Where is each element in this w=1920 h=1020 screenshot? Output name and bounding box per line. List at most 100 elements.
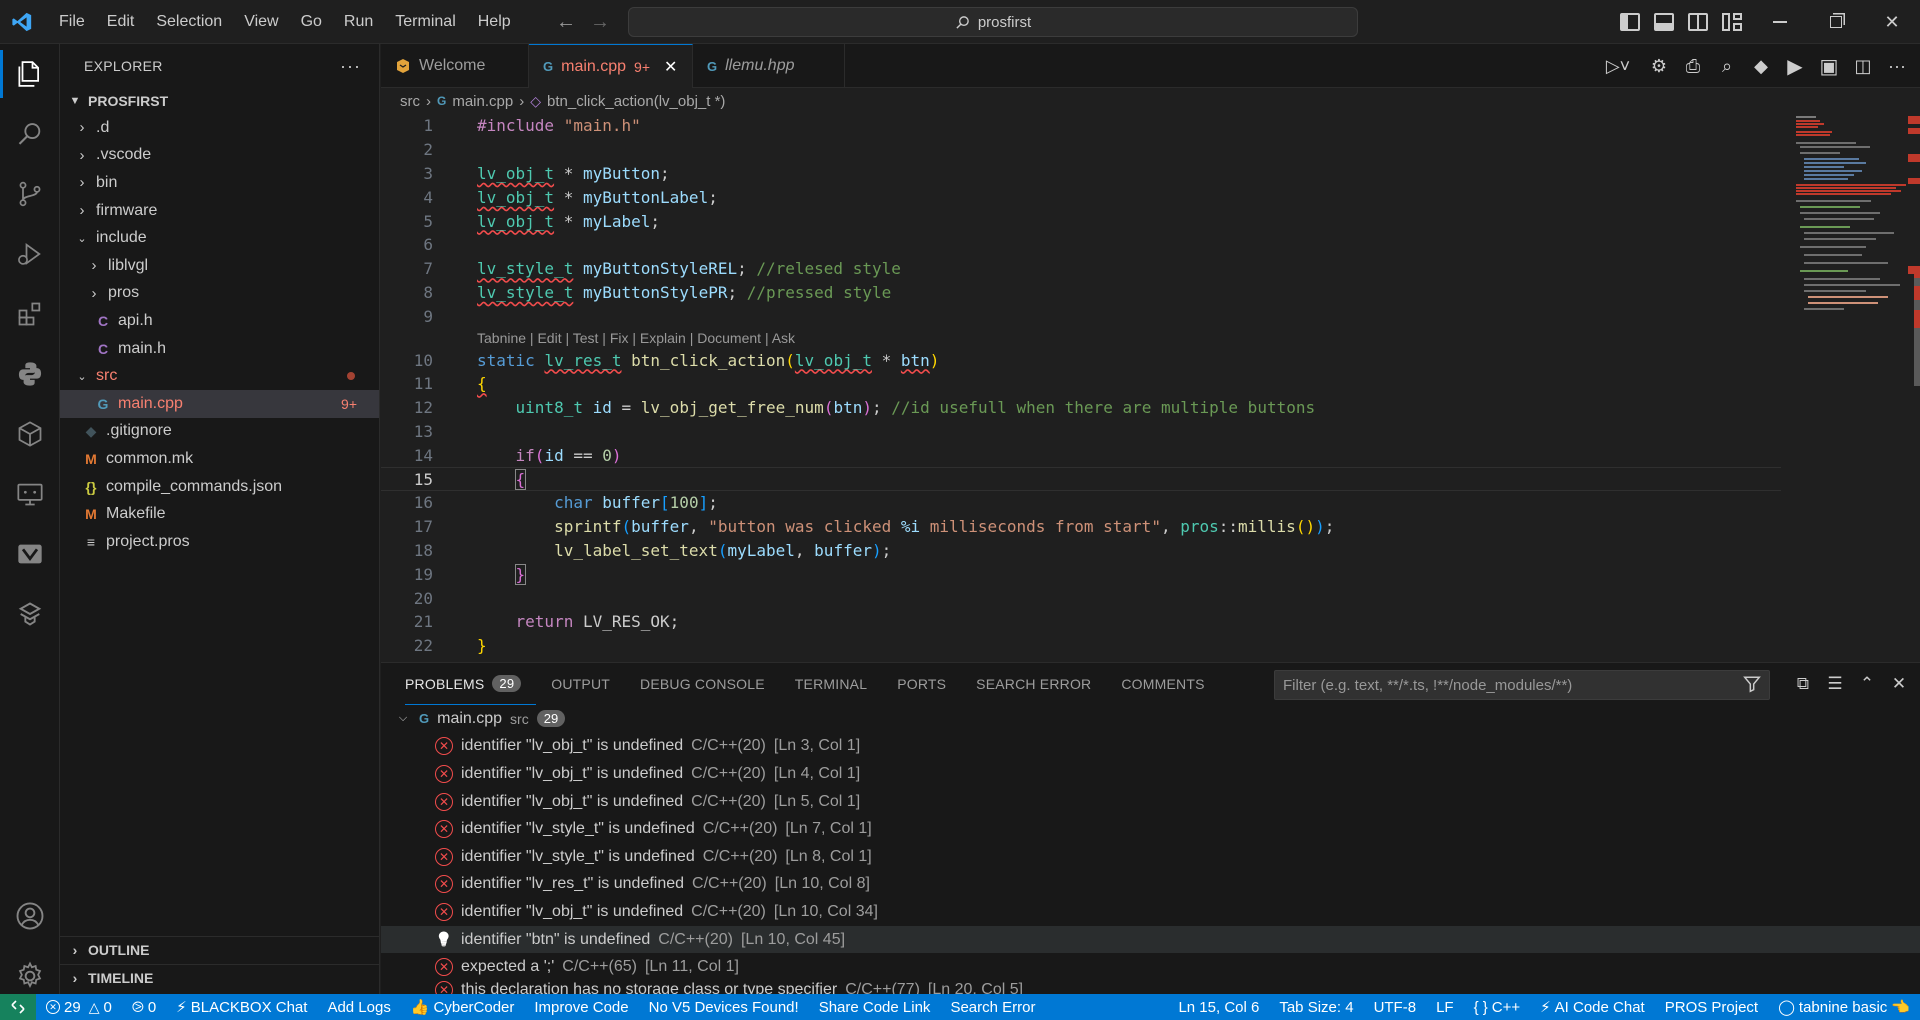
code-line[interactable]: char buffer[100]; — [477, 493, 718, 512]
project-folder-header[interactable]: ▼ PROSFIRST — [60, 88, 379, 114]
tab-llemu-hpp[interactable]: G llemu.hpp — [693, 44, 845, 88]
menu-file[interactable]: File — [48, 0, 96, 44]
search-file-icon[interactable]: ⌕ — [1716, 56, 1738, 77]
customize-layout-icon[interactable] — [1722, 13, 1742, 31]
problems-filter-input[interactable]: Filter (e.g. text, **/*.ts, !**/node_mod… — [1274, 670, 1770, 700]
problems-status[interactable]: ✕ 29 △ 0 — [36, 999, 122, 1016]
vbox-icon[interactable] — [0, 524, 60, 584]
problem-item[interactable]: ✕ expected a ';' C/C++(65) [Ln 11, Col 1] — [381, 953, 1920, 981]
remote-explorer-icon[interactable] — [0, 464, 60, 524]
tabnine-status[interactable]: ◯ tabnine basic 👈 — [1768, 998, 1920, 1017]
cybercoder-button[interactable]: 👍 CyberCoder — [401, 998, 525, 1017]
tab-main-cpp[interactable]: G main.cpp 9+ ✕ — [529, 44, 693, 88]
tree-file[interactable]: M Makefile — [60, 500, 379, 528]
python-icon[interactable] — [0, 344, 60, 404]
code-line-current[interactable]: { — [477, 468, 527, 490]
restore-icon[interactable] — [1808, 0, 1864, 44]
tree-file[interactable]: Mcommon.mk — [60, 445, 379, 473]
scrollbar-error-markers[interactable] — [1904, 114, 1920, 662]
menu-view[interactable]: View — [233, 0, 289, 44]
improve-code-button[interactable]: Improve Code — [524, 999, 638, 1016]
tree-folder[interactable]: › pros — [60, 280, 379, 308]
minimize-icon[interactable] — [1752, 0, 1808, 44]
toggle-panel-icon[interactable] — [1654, 13, 1674, 31]
run-icon[interactable]: ▶ — [1784, 54, 1806, 79]
pros-settings-icon[interactable]: ⚙ — [1648, 56, 1670, 77]
command-center-search[interactable]: prosfirst — [628, 7, 1358, 37]
code-line[interactable]: uint8_t id = lv_obj_get_free_num(btn); /… — [477, 398, 1316, 417]
blackbox-chat-button[interactable]: ⚡ BLACKBOX Chat — [166, 998, 317, 1017]
code-editor[interactable]: 1 #include "main.h" 2 3 lv_obj_t * myButto… — [381, 114, 1781, 662]
collapse-all-icon[interactable]: ⧉ — [1794, 674, 1812, 694]
code-line[interactable]: lv_obj_t * myLabel; — [477, 212, 660, 231]
menu-terminal[interactable]: Terminal — [384, 0, 466, 44]
remote-indicator-icon[interactable] — [0, 994, 36, 1020]
code-line[interactable]: lv_style_t myButtonStyleREL; //relesed s… — [477, 259, 901, 278]
run-python-dropdown-icon[interactable]: ▷˅ — [1600, 56, 1636, 77]
close-tab-icon[interactable]: ✕ — [664, 57, 677, 77]
search-icon[interactable] — [0, 104, 60, 164]
print-icon[interactable]: ⎙ — [1682, 56, 1704, 77]
menu-help[interactable]: Help — [467, 0, 522, 44]
tree-folder[interactable]: › liblvgl — [60, 252, 379, 280]
search-error-button[interactable]: Search Error — [940, 999, 1045, 1016]
cursor-position[interactable]: Ln 15, Col 6 — [1168, 999, 1269, 1016]
explorer-icon[interactable] — [0, 44, 60, 104]
problems-file-group[interactable]: ⌵ G main.cpp src 29 — [381, 705, 1920, 733]
minimap[interactable] — [1788, 114, 1906, 354]
tree-file[interactable]: Capi.h — [60, 307, 379, 335]
menu-go[interactable]: Go — [290, 0, 333, 44]
tabnine-codelens[interactable]: Tabnine | Edit | Test | Fix | Explain | … — [381, 328, 1781, 348]
more-actions-icon[interactable]: ··· — [1886, 56, 1908, 77]
problem-item[interactable]: ✕ identifier "lv_style_t" is undefined C/C… — [381, 843, 1920, 871]
code-line[interactable]: return LV_RES_OK; — [477, 612, 680, 631]
ai-code-chat-button[interactable]: ⚡ AI Code Chat — [1530, 998, 1655, 1017]
cube-icon[interactable] — [0, 404, 60, 464]
accounts-icon[interactable] — [0, 886, 60, 946]
tree-folder[interactable]: › .d — [60, 114, 379, 142]
panel-tab-debug-console[interactable]: DEBUG CONSOLE — [625, 663, 780, 705]
panel-tab-terminal[interactable]: TERMINAL — [780, 663, 882, 705]
breadcrumb-folder[interactable]: src — [400, 93, 420, 110]
add-logs-button[interactable]: Add Logs — [317, 999, 400, 1016]
lightbulb-icon[interactable]: 💡 — [435, 931, 453, 948]
tree-folder[interactable]: ⌄ include — [60, 224, 379, 252]
run-debug-icon[interactable] — [0, 224, 60, 284]
back-arrow-icon[interactable]: ← — [556, 11, 576, 34]
outline-section[interactable]: › OUTLINE — [60, 936, 380, 963]
tree-file[interactable]: Gmain.cpp 9+ — [60, 389, 379, 418]
problem-item[interactable]: ✕ identifier "lv_obj_t" is undefined C/C++… — [381, 788, 1920, 816]
code-line[interactable]: lv_style_t myButtonStylePR; //pressed st… — [477, 283, 891, 302]
source-control-icon[interactable] — [0, 164, 60, 224]
v5-devices-status[interactable]: No V5 Devices Found! — [639, 999, 809, 1016]
problem-item[interactable]: 💡 identifier "btn" is undefined C/C++(20) [… — [381, 925, 1920, 954]
filter-icon[interactable] — [1743, 675, 1761, 697]
tree-file[interactable]: ◆ .gitignore — [60, 418, 379, 446]
timeline-section[interactable]: › TIMELINE — [60, 964, 380, 991]
tree-file[interactable]: {} compile_commands.json — [60, 473, 379, 501]
maximize-panel-icon[interactable]: ⌃ — [1858, 674, 1876, 694]
toggle-secondary-sidebar-icon[interactable] — [1688, 13, 1708, 31]
code-line[interactable]: lv_label_set_text(myLabel, buffer); — [477, 541, 891, 560]
view-as-list-icon[interactable]: ☰ — [1826, 674, 1844, 694]
code-line[interactable]: lv_obj_t * myButtonLabel; — [477, 188, 718, 207]
menu-run[interactable]: Run — [333, 0, 384, 44]
code-line[interactable]: #include "main.h" — [477, 116, 641, 135]
tab-welcome[interactable]: Welcome — [381, 44, 529, 88]
tree-file[interactable]: ≡ project.pros — [60, 528, 379, 556]
problem-item[interactable]: ✕ identifier "lv_res_t" is undefined C/C++… — [381, 871, 1920, 899]
problem-item[interactable]: ✕ identifier "lv_style_t" is undefined C/C… — [381, 815, 1920, 843]
code-line[interactable]: sprintf(buffer, "button was clicked %i m… — [477, 517, 1334, 536]
problem-item[interactable]: ✕ identifier "lv_obj_t" is undefined C/C++… — [381, 733, 1920, 761]
encoding[interactable]: UTF-8 — [1364, 999, 1427, 1016]
tree-folder[interactable]: › firmware — [60, 197, 379, 225]
close-panel-icon[interactable]: ✕ — [1890, 674, 1908, 694]
pros-project-button[interactable]: PROS Project — [1655, 999, 1768, 1016]
tabnine-icon[interactable] — [0, 584, 60, 644]
line-ending[interactable]: LF — [1426, 999, 1464, 1016]
toggle-primary-sidebar-icon[interactable] — [1620, 13, 1640, 31]
tree-folder[interactable]: ⌄ src — [60, 362, 379, 390]
code-line[interactable]: lv_obj_t * myButton; — [477, 164, 670, 183]
panel-tab-output[interactable]: OUTPUT — [536, 663, 625, 705]
ports-status[interactable]: ⧁ 0 — [122, 999, 166, 1016]
